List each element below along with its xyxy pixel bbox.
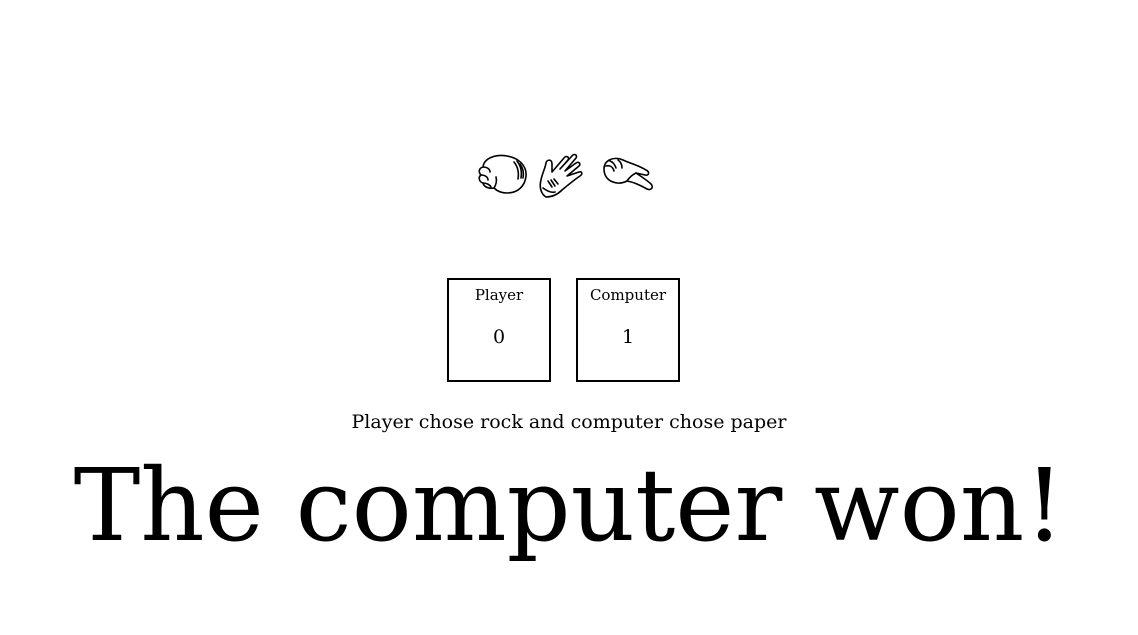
scissors-hand-icon <box>603 157 654 191</box>
choice-buttons <box>474 146 654 202</box>
computer-score-box: Computer 1 <box>576 278 680 382</box>
player-score-value: 0 <box>492 326 506 348</box>
winner-announcement: The computer won! <box>73 447 1065 564</box>
computer-score-label: Computer <box>589 286 667 304</box>
rock-button[interactable] <box>474 147 530 201</box>
player-score-box: Player 0 <box>447 278 551 382</box>
rock-fist-icon <box>478 154 527 194</box>
paper-button[interactable] <box>536 147 592 201</box>
paper-hand-icon <box>539 153 583 198</box>
computer-score-value: 1 <box>621 326 635 348</box>
player-score-label: Player <box>474 286 524 304</box>
scissors-button[interactable] <box>598 147 654 201</box>
result-message: Player chose rock and computer chose pap… <box>351 411 787 433</box>
